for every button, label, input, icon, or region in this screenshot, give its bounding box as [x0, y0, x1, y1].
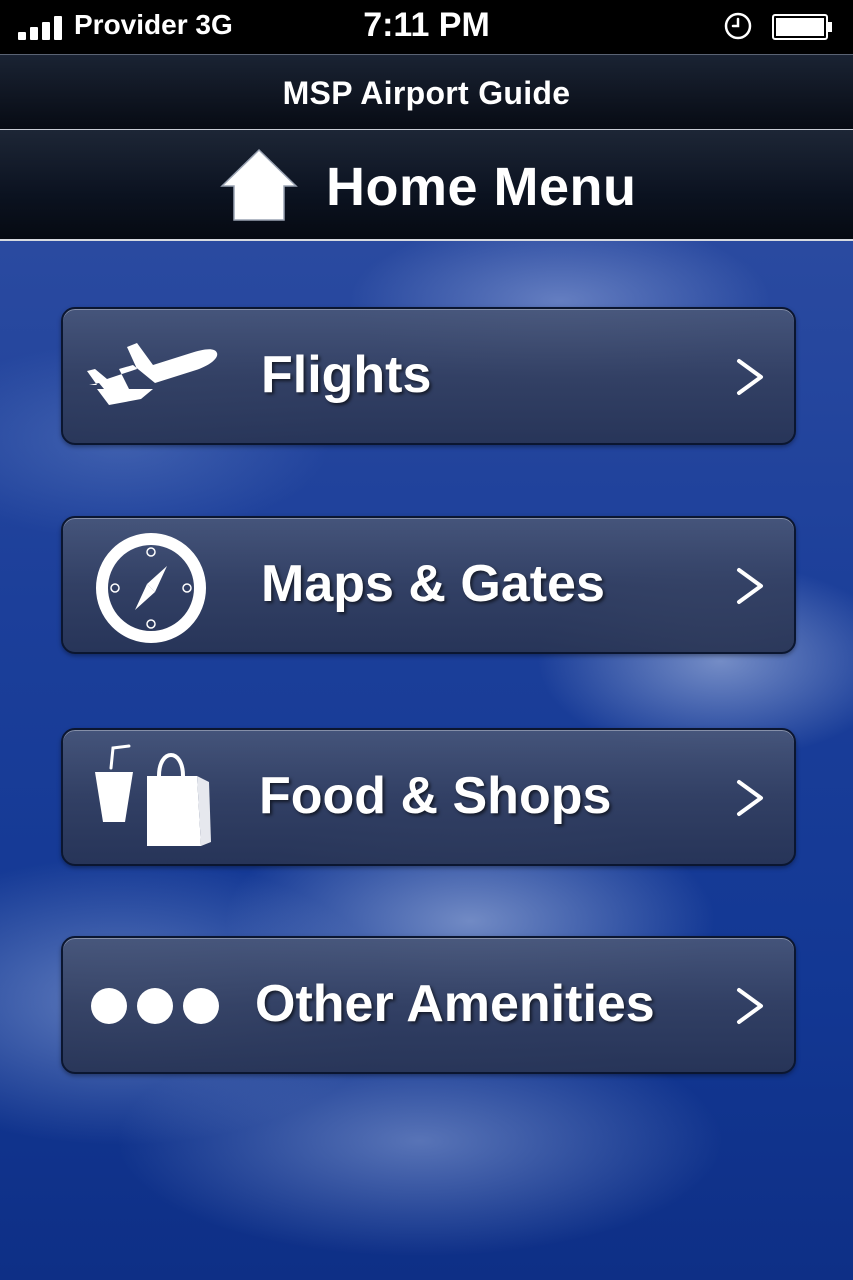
- food-shops-label: Food & Shops: [259, 767, 612, 825]
- maps-gates-label: Maps & Gates: [261, 555, 605, 613]
- flights-button[interactable]: Flights: [61, 307, 796, 445]
- chevron-right-icon: [737, 988, 763, 1024]
- home-icon: [220, 148, 298, 221]
- app-title: MSP Airport Guide: [282, 75, 571, 111]
- three-dots-icon: [91, 988, 219, 1024]
- app-title-bar: MSP Airport Guide: [0, 54, 853, 130]
- clock-icon: [724, 12, 752, 40]
- chevron-right-icon: [737, 359, 763, 395]
- battery-icon: [772, 14, 832, 40]
- other-amenities-button[interactable]: Other Amenities: [61, 936, 796, 1074]
- other-amenities-label: Other Amenities: [255, 975, 655, 1033]
- drink-and-shopping-bag-icon: [95, 744, 211, 846]
- page-title: Home Menu: [326, 157, 637, 217]
- compass-icon: [96, 533, 206, 643]
- chevron-right-icon: [737, 780, 763, 816]
- flights-label: Flights: [261, 346, 432, 404]
- airplane-icon: [87, 343, 218, 405]
- food-shops-button[interactable]: Food & Shops: [61, 728, 796, 866]
- status-bar: Provider 3G 7:11 PM: [0, 0, 853, 54]
- maps-gates-button[interactable]: Maps & Gates: [61, 516, 796, 654]
- chevron-right-icon: [737, 568, 763, 604]
